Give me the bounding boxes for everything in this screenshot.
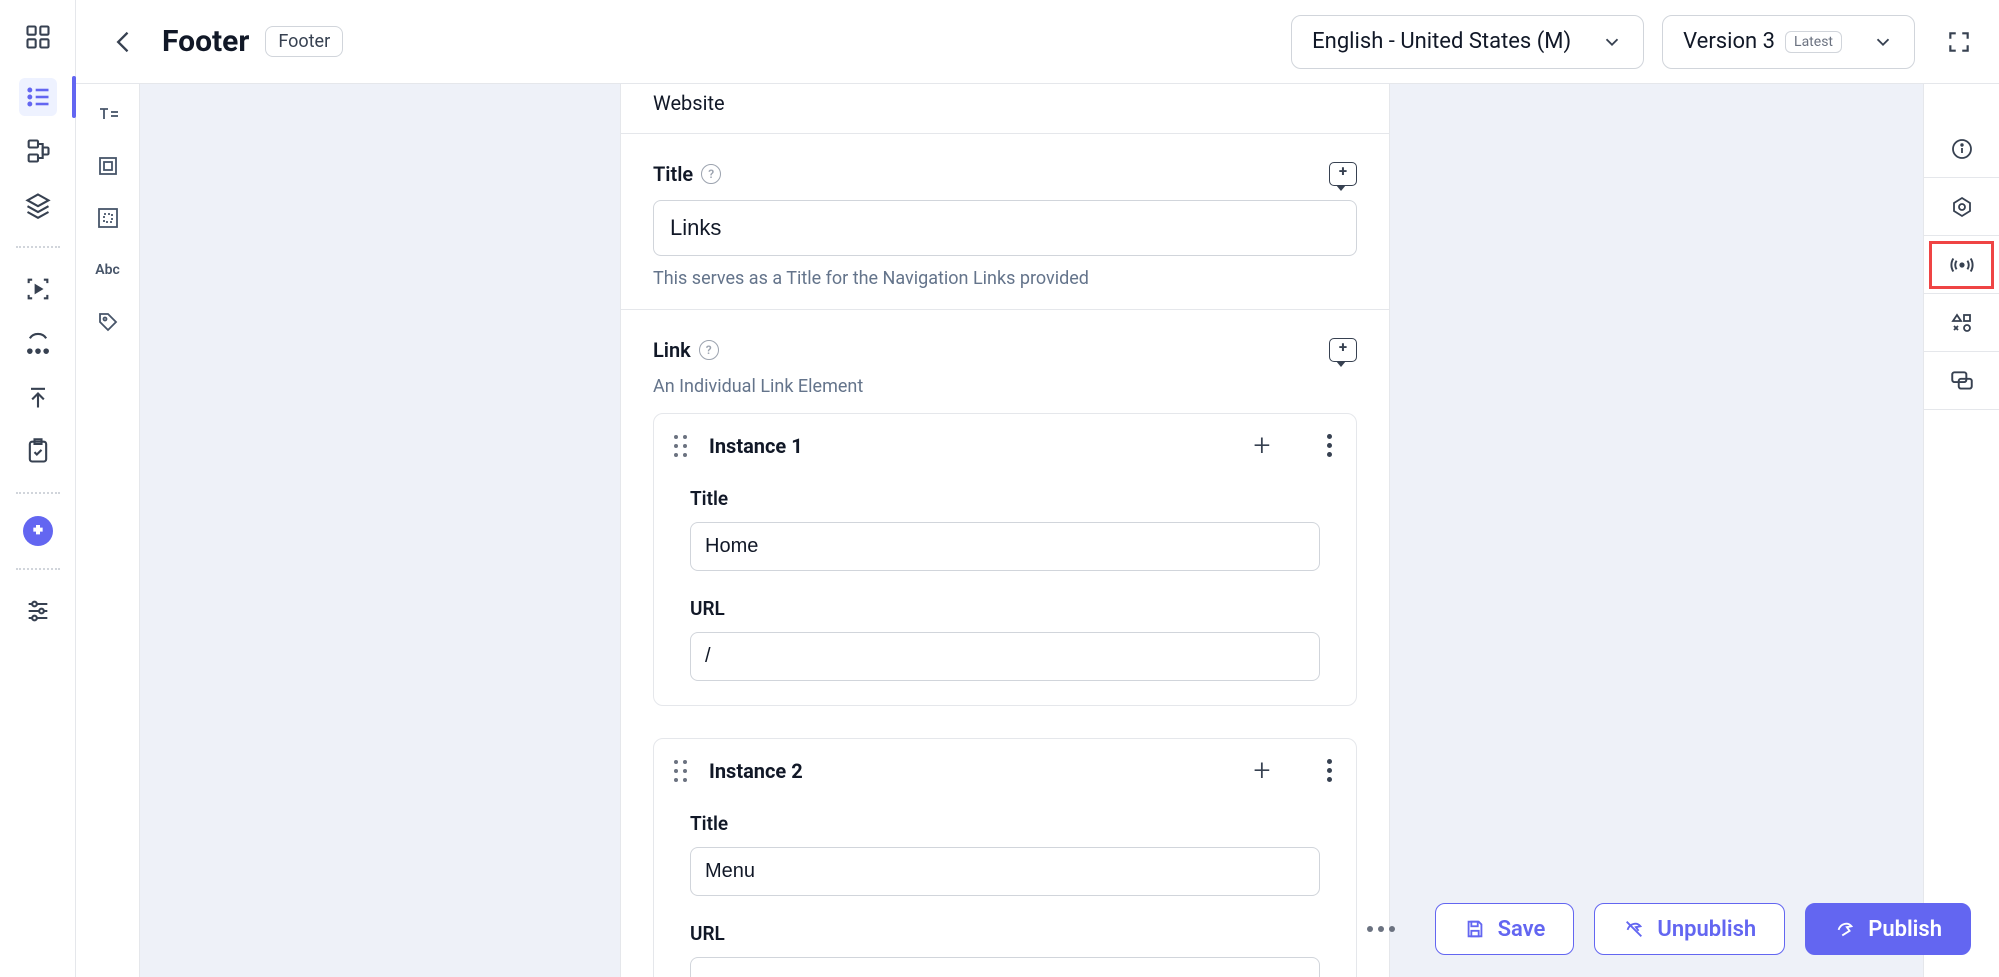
dashboard-icon[interactable] — [19, 18, 57, 56]
help-icon[interactable]: ? — [701, 164, 721, 184]
chevron-down-icon — [1601, 31, 1623, 53]
publish-icon — [1834, 918, 1856, 940]
instance-url-input[interactable] — [690, 957, 1320, 977]
info-panel-icon[interactable] — [1924, 120, 1999, 178]
layers-icon[interactable] — [19, 186, 57, 224]
link-instance-card: Instance 2 + Title URL — [653, 738, 1357, 977]
content-type-pill: Footer — [265, 26, 343, 57]
unpublish-button-label: Unpublish — [1657, 917, 1756, 942]
page-title: Footer — [162, 24, 249, 59]
save-button-label: Save — [1498, 917, 1546, 942]
title-field-label: Title — [653, 162, 693, 186]
entries-icon[interactable] — [19, 78, 57, 116]
primary-nav-rail — [0, 0, 76, 977]
abc-tool-icon[interactable]: Abc — [94, 256, 122, 284]
tasks-icon[interactable] — [19, 432, 57, 470]
back-button[interactable] — [106, 24, 142, 60]
unpublish-button[interactable]: Unpublish — [1594, 903, 1785, 955]
automations-icon[interactable] — [19, 324, 57, 362]
title-input[interactable] — [653, 200, 1357, 256]
marketplace-icon[interactable] — [23, 516, 53, 546]
instance-title-label: Title — [690, 812, 1320, 835]
version-select[interactable]: Version 3 Latest — [1662, 15, 1915, 69]
comment-icon[interactable] — [1329, 162, 1357, 186]
chevron-down-icon — [1872, 31, 1894, 53]
fullscreen-button[interactable] — [1939, 22, 1979, 62]
instance-url-label: URL — [690, 597, 1320, 620]
save-button[interactable]: Save — [1435, 903, 1575, 955]
instance-title-label: Title — [690, 487, 1320, 510]
unpublish-icon — [1623, 918, 1645, 940]
save-icon — [1464, 918, 1486, 940]
add-instance-button[interactable]: + — [1247, 753, 1277, 788]
live-panel-icon[interactable] — [1924, 236, 1999, 294]
page-header: Footer Footer English - United States (M… — [76, 0, 1999, 84]
help-icon[interactable]: ? — [699, 340, 719, 360]
discussion-panel-icon[interactable] — [1924, 352, 1999, 410]
inspector-rail — [1923, 84, 1999, 977]
drag-handle-icon[interactable] — [674, 760, 687, 782]
scan-icon[interactable] — [19, 270, 57, 308]
instance-menu-button[interactable] — [1327, 434, 1332, 457]
add-instance-button[interactable]: + — [1247, 428, 1277, 463]
version-badge: Latest — [1785, 31, 1842, 53]
content-model-icon[interactable] — [19, 132, 57, 170]
shapes-panel-icon[interactable] — [1924, 294, 1999, 352]
group-tool-icon[interactable] — [94, 152, 122, 180]
link-instance-card: Instance 1 + Title URL — [653, 413, 1357, 706]
link-field-section: Link ? An Individual Link Element In — [621, 309, 1389, 977]
comment-icon[interactable] — [1329, 338, 1357, 362]
global-field-icon[interactable] — [94, 204, 122, 232]
version-select-label: Version 3 — [1683, 29, 1775, 54]
separator — [16, 492, 60, 494]
publish-button[interactable]: Publish — [1805, 903, 1971, 955]
instance-url-label: URL — [690, 922, 1320, 945]
instance-menu-button[interactable] — [1327, 759, 1332, 782]
link-hint: An Individual Link Element — [653, 376, 1357, 397]
title-hint: This serves as a Title for the Navigatio… — [653, 268, 1357, 289]
instance-title-input[interactable] — [690, 522, 1320, 571]
target-panel-icon[interactable] — [1924, 178, 1999, 236]
content-card: Website Title ? This serves as a Title f… — [620, 84, 1390, 977]
instance-heading: Instance 1 — [709, 434, 1225, 458]
text-tool-icon[interactable] — [94, 100, 122, 128]
secondary-nav-rail: Abc — [76, 0, 140, 977]
settings-icon[interactable] — [19, 592, 57, 630]
separator — [16, 568, 60, 570]
action-bar: Save Unpublish Publish — [1347, 903, 1971, 955]
instance-title-input[interactable] — [690, 847, 1320, 896]
editor-canvas: Website Title ? This serves as a Title f… — [140, 84, 1999, 977]
instance-url-input[interactable] — [690, 632, 1320, 681]
locale-select[interactable]: English - United States (M) — [1291, 15, 1644, 69]
separator — [16, 246, 60, 248]
tag-tool-icon[interactable] — [94, 308, 122, 336]
link-field-label: Link — [653, 338, 691, 362]
releases-icon[interactable] — [19, 378, 57, 416]
description-text: Website — [653, 91, 1357, 115]
locale-select-label: English - United States (M) — [1312, 29, 1571, 54]
drag-handle-icon[interactable] — [674, 435, 687, 457]
publish-button-label: Publish — [1868, 917, 1942, 942]
more-actions-button[interactable] — [1347, 926, 1415, 932]
instance-heading: Instance 2 — [709, 759, 1225, 783]
title-field-section: Title ? This serves as a Title for the N… — [621, 133, 1389, 309]
